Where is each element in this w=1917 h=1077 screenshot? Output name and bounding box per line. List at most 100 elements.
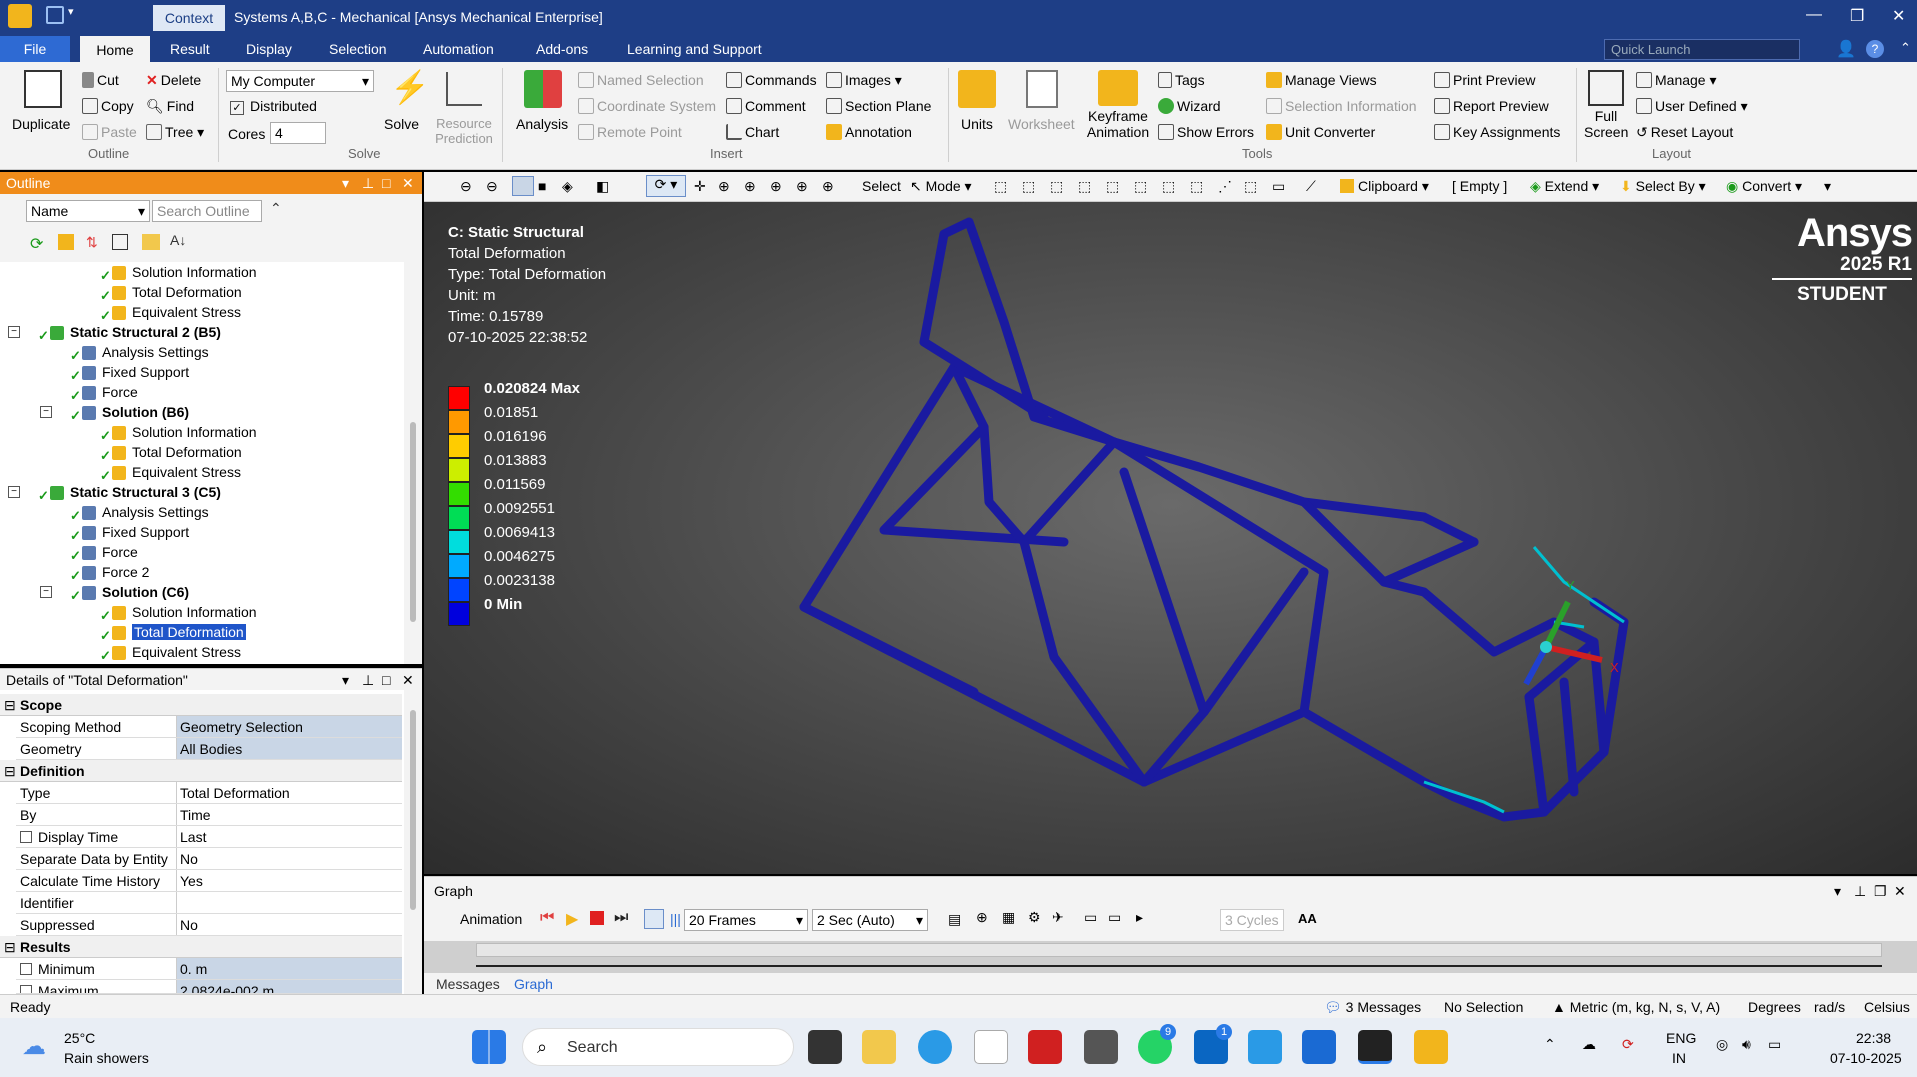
tree-item[interactable]: Force [102,544,138,560]
units-button[interactable]: Units [961,116,993,132]
cut-button[interactable]: Cut [82,72,119,88]
pane-menu-icon[interactable]: ▾ [1834,883,1841,900]
tree-item[interactable]: Equivalent Stress [132,644,241,660]
stop-icon[interactable] [590,911,604,925]
maximize-pane-icon[interactable]: □ [382,172,390,194]
row-minimum[interactable]: Minimum 0. m [16,958,402,980]
menu-automation[interactable]: Automation [423,41,494,57]
row-value[interactable]: No [176,914,402,935]
select-probe-icon[interactable]: ⬚ [1244,178,1257,195]
notepad-icon[interactable] [974,1030,1008,1064]
row-type[interactable]: Type Total Deformation [16,782,402,804]
distributed-checkbox[interactable]: ✓ Distributed [230,98,317,115]
messages-status[interactable]: 💬︎ 3 Messages [1324,999,1421,1016]
close-pane-icon[interactable]: ✕ [402,172,414,194]
folder-icon[interactable] [142,234,160,250]
result-frames-icon[interactable]: ||| [670,911,681,927]
expand-collapse-icon[interactable]: − [40,586,52,598]
tag-icon[interactable] [58,234,74,250]
mode-button[interactable]: ↖ Mode ▾ [910,178,972,195]
quick-access-dropdown-icon[interactable]: ▾ [68,5,74,18]
tab-messages[interactable]: Messages [436,976,500,992]
row-scoping-method[interactable]: Scoping Method Geometry Selection [16,716,402,738]
battery-icon[interactable]: ▭ [1768,1036,1781,1053]
search-outline-input[interactable]: Search Outline [152,200,262,222]
context-tab[interactable]: Context [153,5,225,31]
ansys-app-icon[interactable] [8,4,32,28]
section-scope[interactable]: ⊟ Scope [0,694,402,716]
wizard-button[interactable]: Wizard [1158,98,1221,114]
row-value[interactable]: 0. m [176,958,402,979]
tree-item[interactable]: Fixed Support [102,524,189,540]
pin-icon[interactable]: ⊥ [362,172,374,194]
export-video-icon[interactable]: ▤ [948,911,961,928]
analysis-button[interactable]: Analysis [516,116,568,132]
file-explorer-icon[interactable] [862,1030,896,1064]
task-view-icon[interactable] [808,1030,842,1064]
select-by-button[interactable]: ⬇ Select By ▾ [1620,178,1706,195]
photos-icon[interactable] [1248,1030,1282,1064]
named-selection-button[interactable]: Named Selection [578,72,704,88]
clock-time[interactable]: 22:38 [1856,1030,1891,1046]
windows-start-icon[interactable] [472,1030,506,1064]
menu-selection[interactable]: Selection [329,41,387,57]
row-maximum[interactable]: Maximum 2.0824e-002 m [16,980,402,994]
collapse-icon[interactable]: ⊟ [4,936,16,958]
row-geometry[interactable]: Geometry All Bodies [16,738,402,760]
timeline-track[interactable] [476,943,1882,957]
details-scrollbar[interactable] [404,690,422,994]
tab-graph[interactable]: Graph [514,976,553,992]
distributed-frames-icon[interactable] [644,909,664,929]
paste-button[interactable]: Paste [82,124,137,140]
key-assignments-button[interactable]: Key Assignments [1434,124,1560,140]
chart-line-icon[interactable]: ⟋ [1306,178,1316,195]
resource-prediction-button[interactable]: Resource Prediction [432,116,496,146]
sync-icon[interactable]: ⟳ [1622,1036,1634,1053]
copy-button[interactable]: Copy [82,98,134,114]
collapse-icon[interactable]: ⊟ [4,694,16,716]
print-preview-button[interactable]: Print Preview [1434,72,1535,88]
rotational-unit-status[interactable]: rad/s [1814,999,1845,1015]
alphabetical-sort-icon[interactable]: A↓ [170,232,186,248]
tree-item[interactable]: Solution (B6) [102,404,189,420]
temperature-unit-status[interactable]: Celsius [1864,999,1910,1015]
frames-select[interactable]: 20 Frames ▾ [684,909,808,931]
frame-model[interactable] [799,217,1629,822]
graph-tool-icon[interactable]: ⚙ [1028,909,1041,926]
clock-date[interactable]: 07-10-2025 [1830,1050,1902,1066]
toolbar-overflow-icon[interactable]: ▾ [1824,178,1831,195]
graph-tool2-icon[interactable]: ✈ [1052,909,1064,926]
checkbox-unchecked-icon[interactable] [20,963,32,975]
row-value[interactable]: All Bodies [176,738,402,759]
user-defined-button[interactable]: User Defined ▾ [1636,98,1748,115]
angle-unit-status[interactable]: Degrees [1748,999,1801,1015]
tree-item[interactable]: Equivalent Stress [132,304,241,320]
convert-button[interactable]: ◉ Convert ▾ [1726,178,1802,195]
extend-button[interactable]: ◈ Extend ▾ [1530,178,1599,195]
tray-overflow-icon[interactable]: ⌃ [1544,1036,1556,1053]
refresh-icon[interactable]: ⟳ [30,234,43,254]
pin-icon[interactable]: ⊥ [1854,883,1866,900]
zoom-fit-icon[interactable]: ⊖ [486,178,498,195]
graphics-viewport[interactable]: C: Static Structural Total Deformation T… [424,202,1917,874]
full-screen-button[interactable]: Full Screen [1584,108,1628,140]
sort-icon[interactable]: ⇅ [86,234,98,251]
collapse-icon[interactable]: ⊟ [4,760,16,782]
minimize-icon[interactable]: — [1806,6,1822,24]
tree-item[interactable]: Total Deformation [132,284,242,300]
row-suppressed[interactable]: Suppressed No [16,914,402,936]
select-face-icon[interactable]: ⬚ [1050,178,1063,195]
report-preview-button[interactable]: Report Preview [1434,98,1549,114]
tree-item[interactable]: Total Deformation [132,444,242,460]
language-line1[interactable]: ENG [1666,1030,1696,1046]
find-button[interactable]: 🔍︎ Find [146,98,194,115]
checkbox-unchecked-icon[interactable] [20,985,32,993]
tree-button[interactable]: Tree ▾ [146,124,204,141]
weather-desc[interactable]: Rain showers [64,1050,149,1066]
chevron-up-icon[interactable]: ⌃ [270,200,282,217]
row-value[interactable]: Geometry Selection [176,716,402,737]
tree-item[interactable]: Total Deformation [132,624,246,640]
manage-button[interactable]: Manage ▾ [1636,72,1717,89]
taskbar-search[interactable]: ⌕ Search [522,1028,794,1066]
row-value[interactable]: No [176,848,402,869]
